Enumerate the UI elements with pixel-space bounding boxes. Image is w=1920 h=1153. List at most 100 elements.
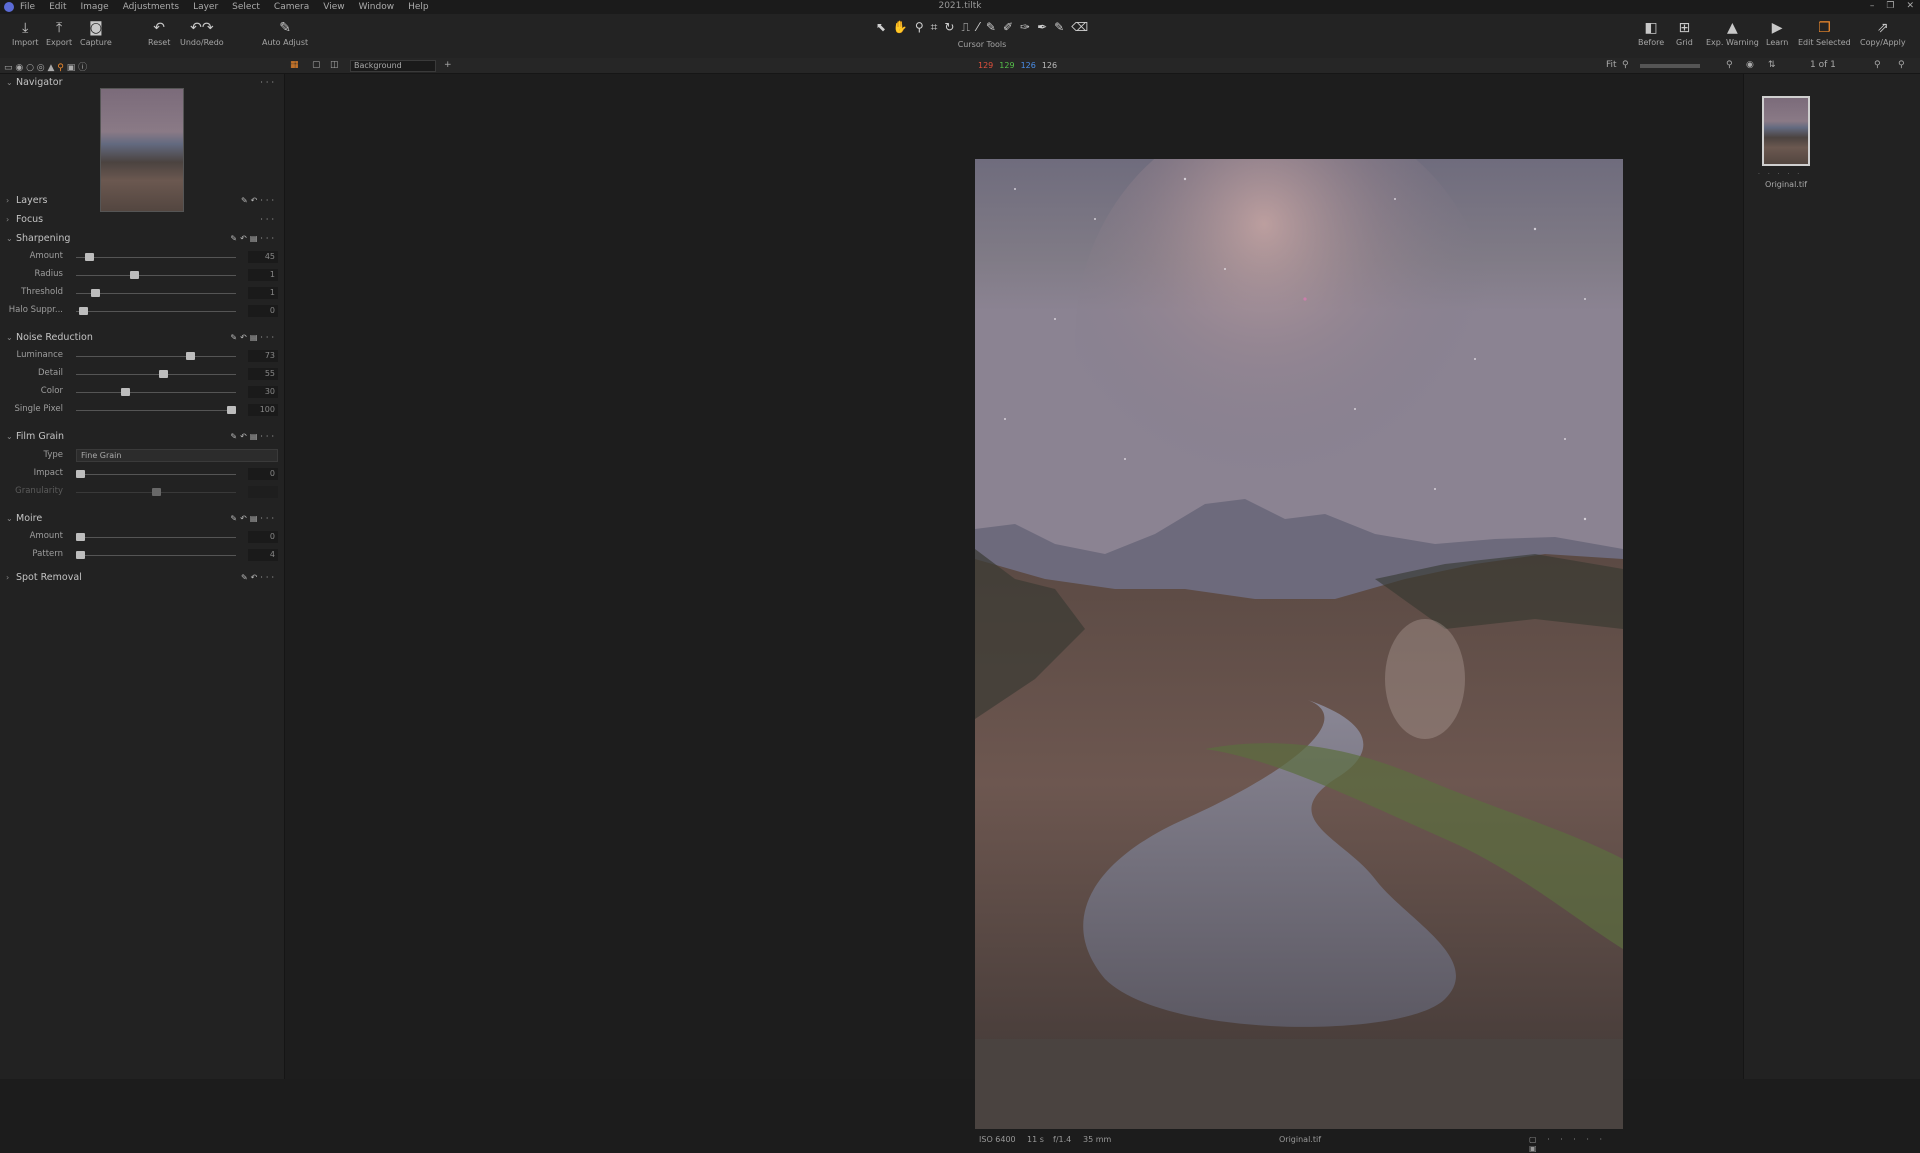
slider-track[interactable] bbox=[76, 537, 236, 538]
slider-film-grain-impact[interactable]: Impact 0 bbox=[0, 466, 285, 482]
slider-knob[interactable] bbox=[76, 551, 85, 559]
menu-view[interactable]: View bbox=[323, 2, 344, 12]
menu-select[interactable]: Select bbox=[232, 2, 260, 12]
single-view-icon[interactable]: ▢ bbox=[312, 60, 321, 70]
menu-window[interactable]: Window bbox=[359, 2, 395, 12]
picker-icon[interactable]: ⁄ bbox=[977, 20, 979, 35]
slider-value[interactable]: 30 bbox=[248, 386, 278, 398]
slider-knob[interactable] bbox=[121, 388, 131, 396]
slider-film-grain-granularity[interactable]: Granularity bbox=[0, 484, 285, 500]
menu-layer[interactable]: Layer bbox=[193, 2, 218, 12]
slider-track[interactable] bbox=[76, 374, 236, 375]
menu-file[interactable]: File bbox=[20, 2, 35, 12]
keystone-icon[interactable]: ⎍ bbox=[961, 20, 969, 35]
noise-actions-icon[interactable]: ✎↶▤··· bbox=[230, 329, 277, 347]
slider-moire-amount[interactable]: Amount 0 bbox=[0, 529, 285, 545]
auto-adjust-button[interactable]: ✎ Auto Adjust bbox=[262, 20, 308, 47]
slider-knob[interactable] bbox=[151, 488, 161, 496]
maximize-icon[interactable]: ❐ bbox=[1886, 1, 1894, 11]
slider-knob[interactable] bbox=[130, 271, 140, 279]
slider-noise-detail[interactable]: Detail 55 bbox=[0, 366, 285, 382]
slider-value[interactable]: 0 bbox=[248, 531, 278, 543]
slider-knob[interactable] bbox=[85, 253, 95, 261]
slider-track[interactable] bbox=[76, 410, 236, 411]
rating-dots[interactable]: ▢ · · · · · ▣ bbox=[1529, 1135, 1623, 1153]
main-photo[interactable] bbox=[975, 159, 1623, 1129]
close-icon[interactable]: ✕ bbox=[1906, 1, 1914, 11]
slider-knob[interactable] bbox=[91, 289, 101, 297]
slider-track[interactable] bbox=[76, 555, 236, 556]
compare-view-icon[interactable]: ◫ bbox=[330, 60, 339, 70]
menu-image[interactable]: Image bbox=[81, 2, 109, 12]
browser-search-icon[interactable]: ⚲ bbox=[1898, 60, 1905, 70]
slider-knob[interactable] bbox=[159, 370, 169, 378]
grid-button[interactable]: ⊞ Grid bbox=[1676, 20, 1693, 47]
fit-label[interactable]: Fit bbox=[1606, 60, 1617, 70]
slider-noise-luminance[interactable]: Luminance 73 bbox=[0, 348, 285, 364]
more-icon[interactable]: ··· bbox=[260, 74, 277, 92]
clone-icon[interactable]: ✒ bbox=[1037, 20, 1047, 35]
grid-view-icon[interactable]: ▦ bbox=[290, 60, 299, 70]
slider-sharpening-radius[interactable]: Radius 1 bbox=[0, 267, 285, 283]
annotate-icon[interactable]: ✎ bbox=[1054, 20, 1064, 35]
layers-header[interactable]: › Layers ✎↶··· bbox=[0, 192, 285, 210]
eye-icon[interactable]: ◉ bbox=[1746, 60, 1754, 70]
spot-actions-icon[interactable]: ✎↶··· bbox=[241, 569, 277, 587]
slider-value[interactable]: 4 bbox=[248, 549, 278, 561]
app-icon[interactable] bbox=[4, 2, 14, 12]
heal-icon[interactable]: ✑ bbox=[1020, 20, 1030, 35]
exp-warning-button[interactable]: ▲ Exp. Warning bbox=[1706, 20, 1759, 47]
slider-value[interactable]: 0 bbox=[248, 468, 278, 480]
slider-track[interactable] bbox=[76, 474, 236, 475]
filter-icon[interactable]: ⚲ bbox=[1874, 60, 1881, 70]
edit-selected-button[interactable]: ❐ Edit Selected bbox=[1798, 20, 1851, 47]
slider-knob[interactable] bbox=[79, 307, 89, 315]
learn-button[interactable]: ▶ Learn bbox=[1766, 20, 1788, 47]
add-layer-icon[interactable]: + bbox=[444, 60, 452, 70]
slider-knob[interactable] bbox=[227, 406, 236, 414]
crop-icon[interactable]: ⌗ bbox=[931, 20, 938, 35]
slider-value[interactable] bbox=[248, 486, 278, 498]
moire-actions-icon[interactable]: ✎↶▤··· bbox=[230, 510, 277, 528]
film-grain-header[interactable]: ⌄ Film Grain ✎↶▤··· bbox=[0, 428, 285, 446]
background-layer-select[interactable]: Background bbox=[350, 60, 436, 72]
slider-track[interactable] bbox=[76, 257, 236, 258]
brush-icon[interactable]: ✎ bbox=[986, 20, 996, 35]
undo-redo-button[interactable]: ↶↷ Undo/Redo bbox=[180, 20, 224, 47]
eraser-icon[interactable]: ⌫ bbox=[1071, 20, 1088, 35]
slider-knob[interactable] bbox=[76, 533, 85, 541]
search-icon[interactable]: ⚲ bbox=[1726, 60, 1733, 70]
moire-header[interactable]: ⌄ Moire ✎↶▤··· bbox=[0, 510, 285, 528]
before-button[interactable]: ◧ Before bbox=[1638, 20, 1664, 47]
import-button[interactable]: ⤓ Import bbox=[12, 20, 39, 47]
minimize-icon[interactable]: – bbox=[1870, 1, 1875, 11]
select-cursor-icon[interactable]: ⬉ bbox=[876, 20, 886, 35]
layers-actions-icon[interactable]: ✎↶··· bbox=[241, 192, 277, 210]
slider-noise-single-pixel[interactable]: Single Pixel 100 bbox=[0, 402, 285, 418]
sort-icon[interactable]: ⇅ bbox=[1768, 60, 1776, 70]
slider-value[interactable]: 0 bbox=[248, 305, 278, 317]
film-grain-actions-icon[interactable]: ✎↶▤··· bbox=[230, 428, 277, 446]
slider-moire-pattern[interactable]: Pattern 4 bbox=[0, 547, 285, 563]
slider-sharpening-halo[interactable]: Halo Suppr... 0 bbox=[0, 303, 285, 319]
menu-camera[interactable]: Camera bbox=[274, 2, 309, 12]
slider-value[interactable]: 100 bbox=[248, 404, 278, 416]
gradient-icon[interactable]: ✐ bbox=[1003, 20, 1013, 35]
slider-track[interactable] bbox=[76, 392, 236, 393]
copy-apply-button[interactable]: ⇗ Copy/Apply bbox=[1860, 20, 1906, 47]
more-icon[interactable]: ··· bbox=[260, 211, 277, 229]
hand-icon[interactable]: ✋ bbox=[893, 20, 908, 35]
slider-value[interactable]: 55 bbox=[248, 368, 278, 380]
folder-icon[interactable]: ▭ ◉ ○ ◎ ▲ ⚲ ▣ ⓘ bbox=[4, 60, 87, 73]
reset-button[interactable]: ↶ Reset bbox=[148, 20, 170, 47]
noise-reduction-header[interactable]: ⌄ Noise Reduction ✎↶▤··· bbox=[0, 329, 285, 347]
slider-sharpening-amount[interactable]: Amount 45 bbox=[0, 249, 285, 265]
slider-track[interactable] bbox=[76, 311, 236, 312]
thumbnail-rating[interactable]: · · · · · bbox=[1758, 171, 1802, 178]
slider-value[interactable]: 1 bbox=[248, 287, 278, 299]
zoom-slider[interactable] bbox=[1640, 64, 1700, 68]
slider-sharpening-threshold[interactable]: Threshold 1 bbox=[0, 285, 285, 301]
slider-track[interactable] bbox=[76, 275, 236, 276]
slider-value[interactable]: 1 bbox=[248, 269, 278, 281]
sharpening-actions-icon[interactable]: ✎↶▤··· bbox=[230, 230, 277, 248]
